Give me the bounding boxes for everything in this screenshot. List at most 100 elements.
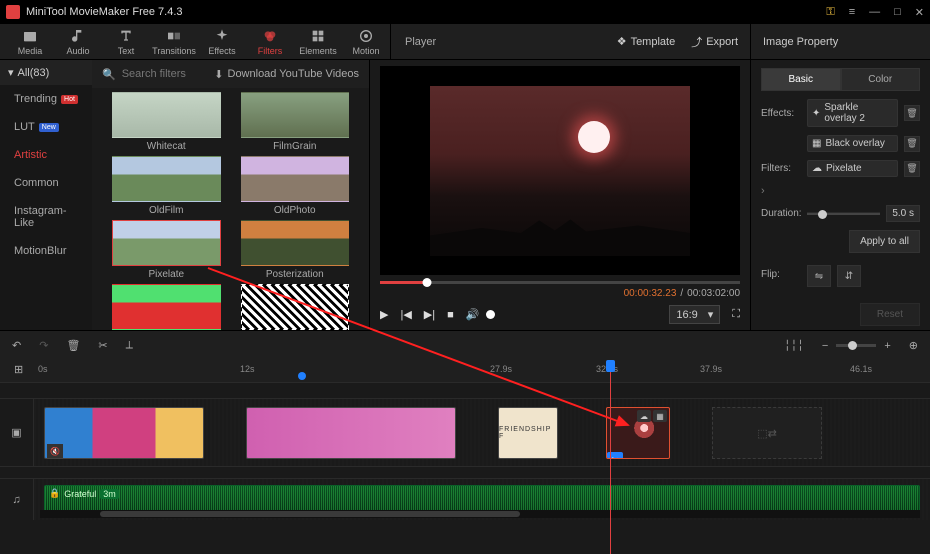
duration-slider[interactable] xyxy=(807,212,880,215)
audio-track-head[interactable]: ♫ xyxy=(0,479,34,520)
nav-text[interactable]: Text xyxy=(102,24,150,59)
tab-color[interactable]: Color xyxy=(841,68,921,91)
add-track-icon[interactable]: ⊞ xyxy=(14,363,23,376)
stop-icon[interactable]: ■ xyxy=(447,309,454,321)
timeline: ⊞ 0s 12s 27.9s 32.9s 37.9s 46.1s ▣ 🔇 ⇄ ⇄… xyxy=(0,360,930,554)
nav-transitions[interactable]: Transitions xyxy=(150,24,198,59)
fullscreen-icon[interactable]: ⛶ xyxy=(732,308,740,321)
reset-button[interactable]: Reset xyxy=(860,303,920,326)
category-all[interactable]: ▾All(83) xyxy=(0,60,92,85)
audio-level-icon[interactable]: ╎╎╎ xyxy=(784,339,804,352)
filter-posterization[interactable]: Posterization xyxy=(241,220,350,280)
filter-pixelate[interactable]: Pixelate xyxy=(112,220,221,280)
category-instagram[interactable]: Instagram-Like xyxy=(0,197,92,237)
effect-chip-2[interactable]: ▦Black overlay xyxy=(807,135,898,152)
preview-frame xyxy=(430,86,690,256)
redo-icon[interactable]: ↷ xyxy=(39,339,48,352)
filter-row4b[interactable] xyxy=(241,284,350,330)
filter-whitecat[interactable]: Whitecat xyxy=(112,92,221,152)
filter-filmgrain[interactable]: FilmGrain xyxy=(241,92,350,152)
effects-label: Effects: xyxy=(761,108,801,119)
volume-icon[interactable]: 🔊 xyxy=(466,308,480,321)
zoom-slider[interactable] xyxy=(836,344,876,347)
template-button[interactable]: ❖Template xyxy=(617,34,676,50)
split-icon[interactable]: ✂ xyxy=(98,339,107,352)
download-youtube-button[interactable]: ⬇Download YouTube Videos xyxy=(214,68,359,81)
filter-badge-icon: ☁ xyxy=(637,410,651,422)
delete-effect-2[interactable]: 🗑 xyxy=(904,136,920,152)
audio-clip[interactable]: 🔒Grateful3m xyxy=(44,485,920,513)
filter-oldphoto[interactable]: OldPhoto xyxy=(241,156,350,216)
category-common[interactable]: Common xyxy=(0,169,92,197)
duration-label: Duration: xyxy=(761,208,801,219)
zoom-in-icon[interactable]: + xyxy=(884,340,890,352)
template-icon: ❖ xyxy=(617,35,627,48)
maximize-icon[interactable]: □ xyxy=(894,6,901,18)
zoom-fit-icon[interactable]: ⊕ xyxy=(909,339,918,352)
marker-dot[interactable] xyxy=(298,372,306,380)
lock-icon: 🔒 xyxy=(49,488,60,499)
minimize-icon[interactable]: ― xyxy=(869,6,880,18)
video-track[interactable]: ▣ 🔇 ⇄ ⇄ FRIENDSHIP F ⇄ ☁▦ ✂ ⇄ ⬚ ⇄ xyxy=(0,398,930,466)
filter-row4a[interactable] xyxy=(112,284,221,330)
hot-badge: Hot xyxy=(61,95,78,104)
flip-label: Flip: xyxy=(761,269,801,280)
nav-filters[interactable]: Filters xyxy=(246,24,294,59)
transition-right-5[interactable]: ⇄ xyxy=(768,427,777,440)
delete-icon[interactable]: 🗑 xyxy=(66,339,80,352)
titlebar: MiniTool MovieMaker Free 7.4.3 ⚿ ≡ ― □ ✕ xyxy=(0,0,930,24)
category-trending[interactable]: TrendingHot xyxy=(0,85,92,113)
player-progress[interactable] xyxy=(380,281,740,284)
flip-horizontal-button[interactable]: ⇋ xyxy=(807,265,831,287)
tab-basic[interactable]: Basic xyxy=(761,68,841,91)
filters-label: Filters: xyxy=(761,163,801,174)
overlay-icon: ▦ xyxy=(812,138,821,149)
clip-4-selected[interactable]: ☁▦ ✂ ⇄ xyxy=(606,407,670,459)
nav-audio[interactable]: Audio xyxy=(54,24,102,59)
zoom-out-icon[interactable]: − xyxy=(822,340,828,352)
duration-value[interactable]: 5.0 s xyxy=(886,205,920,222)
delete-filter-1[interactable]: 🗑 xyxy=(904,161,920,177)
nav-effects[interactable]: Effects xyxy=(198,24,246,59)
search-filters[interactable]: 🔍Search filters xyxy=(102,68,186,81)
prev-frame-icon[interactable]: |◀ xyxy=(400,308,411,321)
empty-slot[interactable]: ⬚ ⇄ xyxy=(712,407,822,459)
clip-3[interactable]: FRIENDSHIP F ⇄ xyxy=(498,407,558,459)
close-icon[interactable]: ✕ xyxy=(915,6,924,19)
expand-icon[interactable]: › xyxy=(761,185,920,197)
nav-motion[interactable]: Motion xyxy=(342,24,390,59)
player-label: Player xyxy=(405,36,436,48)
undo-icon[interactable]: ↶ xyxy=(12,339,21,352)
category-artistic[interactable]: Artistic xyxy=(0,141,92,169)
mute-icon[interactable]: 🔇 xyxy=(47,444,63,458)
effect-chip-1[interactable]: ✦Sparkle overlay 2 xyxy=(807,99,898,127)
clip-2[interactable]: ⇄ xyxy=(246,407,456,459)
filter-oldfilm[interactable]: OldFilm xyxy=(112,156,221,216)
nav-media[interactable]: Media xyxy=(6,24,54,59)
play-icon[interactable]: ▶ xyxy=(380,308,388,321)
key-icon[interactable]: ⚿ xyxy=(826,6,834,19)
current-time: 00:00:32.23 xyxy=(624,288,677,299)
category-motionblur[interactable]: MotionBlur xyxy=(0,237,92,265)
filter-grid: Whitecat FilmGrain OldFilm OldPhoto Pixe… xyxy=(92,88,369,330)
aspect-select[interactable]: 16:9▾ xyxy=(669,305,720,324)
download-icon: ⬇ xyxy=(214,68,223,81)
crop-icon[interactable]: ⟂ xyxy=(126,339,133,352)
top-nav: Media Audio Text Transitions Effects Fil… xyxy=(0,24,390,59)
export-button[interactable]: ⤴Export xyxy=(691,34,738,50)
next-frame-icon[interactable]: ▶| xyxy=(424,308,435,321)
timeline-scrollbar[interactable] xyxy=(40,510,920,518)
playhead[interactable] xyxy=(610,360,611,554)
nav-elements[interactable]: Elements xyxy=(294,24,342,59)
preview-area[interactable] xyxy=(380,66,740,275)
category-sidebar: ▾All(83) TrendingHot LUTNew Artistic Com… xyxy=(0,60,92,330)
menu-icon[interactable]: ≡ xyxy=(849,6,855,18)
apply-to-all-button[interactable]: Apply to all xyxy=(849,230,920,253)
filter-chip-1[interactable]: ☁Pixelate xyxy=(807,160,898,177)
category-lut[interactable]: LUTNew xyxy=(0,113,92,141)
clip-1[interactable]: 🔇 ⇄ xyxy=(44,407,204,459)
video-track-head[interactable]: ▣ xyxy=(0,399,34,466)
timeline-ruler[interactable]: ⊞ 0s 12s 27.9s 32.9s 37.9s 46.1s xyxy=(0,360,930,382)
delete-effect-1[interactable]: 🗑 xyxy=(904,105,920,121)
flip-vertical-button[interactable]: ⇵ xyxy=(837,265,861,287)
